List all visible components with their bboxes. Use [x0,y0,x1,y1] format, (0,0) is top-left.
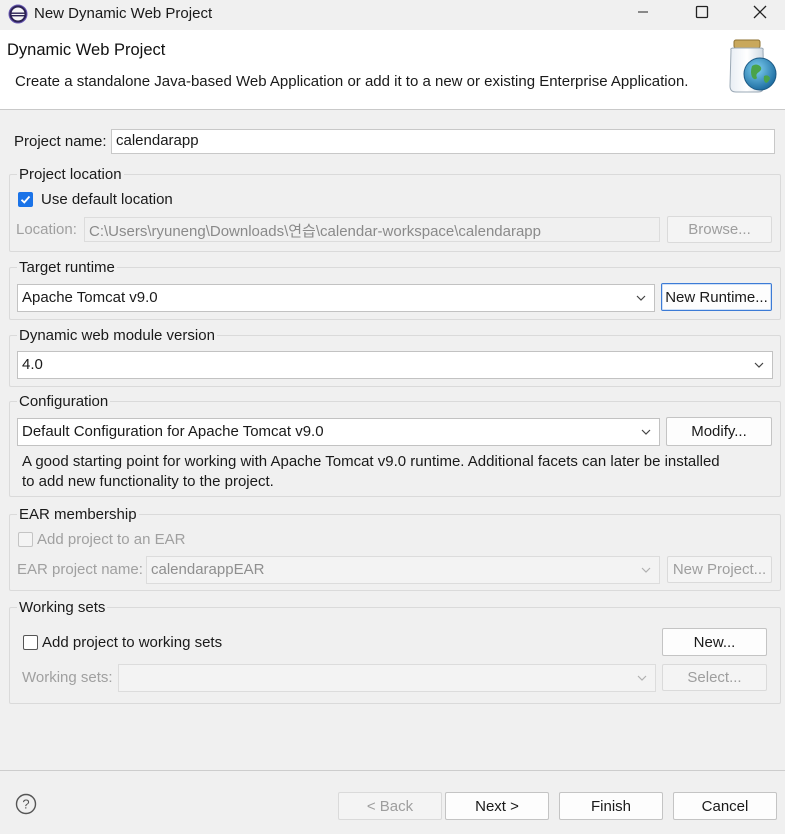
finish-button[interactable]: Finish [559,792,663,820]
maximize-icon [695,5,709,23]
project-name-input[interactable]: calendarapp [111,129,775,154]
back-button[interactable]: < Back [338,792,442,820]
next-button[interactable]: Next > [445,792,549,820]
location-input[interactable]: C:\Users\ryuneng\Downloads\연습\calendar-w… [84,217,660,242]
configuration-description-line1: A good starting point for working with A… [22,453,720,470]
new-runtime-button[interactable]: New Runtime... [661,283,772,311]
module-version-group-label: Dynamic web module version [17,327,217,344]
maximize-button[interactable] [679,0,725,28]
select-working-sets-button[interactable]: Select... [662,664,767,691]
configuration-select[interactable]: Default Configuration for Apache Tomcat … [17,418,660,446]
svg-text:?: ? [22,797,29,812]
project-name-label: Project name: [14,133,107,150]
module-version-select[interactable]: 4.0 [17,351,773,379]
page-description: Create a standalone Java-based Web Appli… [15,73,689,90]
window-title: New Dynamic Web Project [34,5,213,22]
new-working-set-button[interactable]: New... [662,628,767,656]
chevron-down-icon [634,291,648,305]
ear-project-name-value: calendarappEAR [151,561,265,578]
footer-separator [0,770,785,771]
new-ear-project-button[interactable]: New Project... [667,556,772,583]
configuration-group-label: Configuration [17,393,111,410]
close-button[interactable] [737,0,783,28]
add-to-working-sets-checkbox[interactable] [23,635,38,650]
close-icon [753,5,767,23]
location-label: Location: [16,221,77,238]
ear-project-name-select[interactable]: calendarappEAR [146,556,660,584]
page-title: Dynamic Web Project [7,41,166,59]
target-runtime-group-label: Target runtime [17,259,117,276]
browse-button[interactable]: Browse... [667,216,772,243]
minimize-button[interactable] [620,0,666,28]
working-sets-group-label: Working sets [17,599,108,616]
cancel-button[interactable]: Cancel [673,792,777,820]
working-sets-select[interactable] [118,664,656,692]
checkmark-icon [20,195,31,204]
working-sets-label: Working sets: [22,669,113,686]
chevron-down-icon [635,671,649,685]
eclipse-app-icon [8,4,28,24]
module-version-value: 4.0 [22,356,43,373]
configuration-description-line2: to add new functionality to the project. [22,473,274,490]
project-location-group-label: Project location [17,166,124,183]
ear-project-name-label: EAR project name: [17,561,143,578]
chevron-down-icon [639,563,653,577]
help-icon[interactable]: ? [15,793,37,815]
target-runtime-select[interactable]: Apache Tomcat v9.0 [17,284,655,312]
add-to-ear-checkbox[interactable] [18,532,33,547]
chevron-down-icon [752,358,766,372]
add-to-working-sets-label[interactable]: Add project to working sets [42,634,222,651]
add-to-ear-label: Add project to an EAR [37,531,186,548]
target-runtime-value: Apache Tomcat v9.0 [22,289,158,306]
use-default-location-checkbox[interactable] [18,192,33,207]
use-default-location-label[interactable]: Use default location [41,191,173,208]
configuration-value: Default Configuration for Apache Tomcat … [22,423,324,440]
chevron-down-icon [639,425,653,439]
web-project-jar-globe-icon [722,36,782,98]
ear-membership-group-label: EAR membership [17,506,139,523]
modify-button[interactable]: Modify... [666,417,772,446]
minimize-icon [637,6,649,22]
